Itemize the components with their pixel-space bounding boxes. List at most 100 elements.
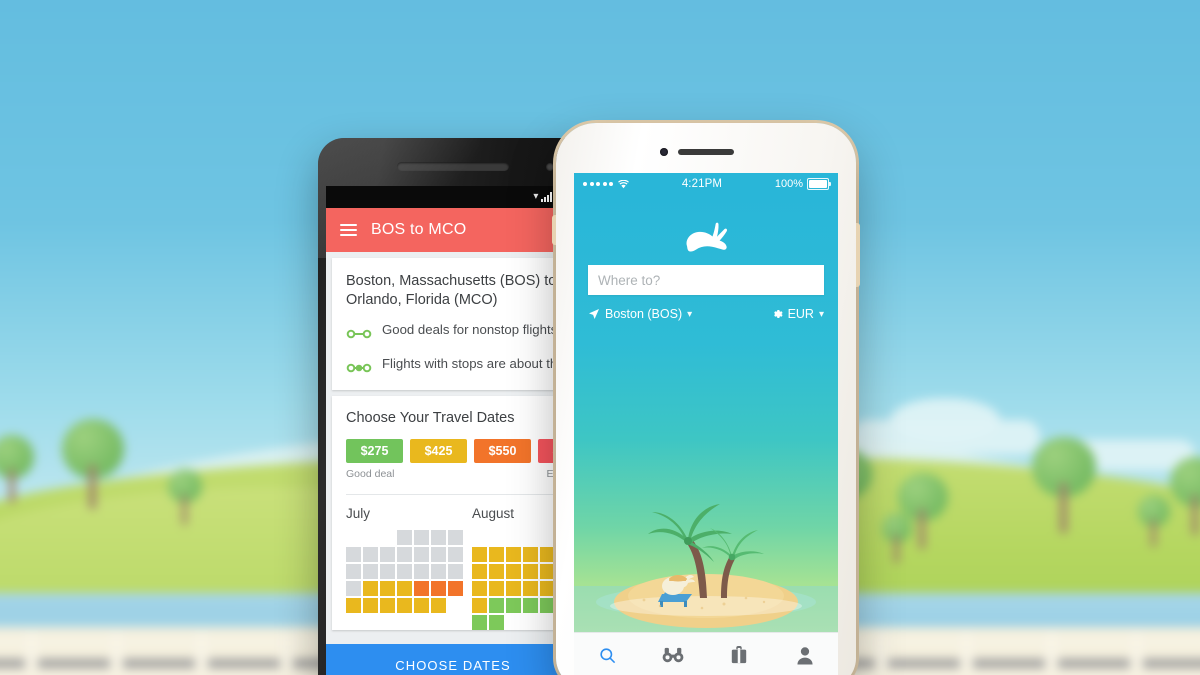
- tab-profile[interactable]: [772, 646, 838, 665]
- calendar-cell[interactable]: [523, 598, 538, 614]
- tree: [0, 435, 34, 505]
- iphone-screen: 4:21PM 100% Where to? Boston (BOS) ▾ EUR…: [574, 173, 838, 675]
- tab-trips[interactable]: [706, 645, 772, 665]
- calendar-month[interactable]: July: [346, 506, 464, 630]
- cloud: [890, 398, 1000, 442]
- calendar-cell[interactable]: [472, 547, 487, 563]
- calendar-cell[interactable]: [472, 615, 487, 631]
- tip-row: Good deals for nonstop flights s$275 rou…: [346, 321, 580, 344]
- iphone-home-hero: Where to? Boston (BOS) ▾ EUR ▾: [574, 195, 838, 632]
- calendar-cell[interactable]: [380, 547, 395, 563]
- calendar-cell[interactable]: [489, 564, 504, 580]
- origin-selector[interactable]: Boston (BOS) ▾: [588, 307, 692, 321]
- calendar-cell[interactable]: [414, 530, 429, 546]
- chevron-down-icon: ▾: [687, 308, 693, 320]
- fence-post: [110, 633, 123, 671]
- calendar-cell[interactable]: [540, 581, 555, 597]
- calendar-cell-empty: [540, 530, 555, 545]
- calendar-cell[interactable]: [506, 581, 521, 597]
- calendar-cell[interactable]: [346, 564, 361, 580]
- calendar-cell[interactable]: [431, 564, 446, 580]
- calendar-cell-empty: [380, 615, 395, 630]
- calendar-cell[interactable]: [346, 547, 361, 563]
- calendar-cell[interactable]: [346, 581, 361, 597]
- hamburger-menu-icon[interactable]: [340, 224, 357, 236]
- calendar-cell[interactable]: [489, 615, 504, 631]
- calendar-cell[interactable]: [472, 581, 487, 597]
- calendar-cell[interactable]: [489, 547, 504, 563]
- calendar-cell-empty: [489, 530, 504, 545]
- calendar-cell[interactable]: [380, 581, 395, 597]
- android-status-bar: ▾ 3: [326, 186, 580, 208]
- calendar-cell[interactable]: [472, 564, 487, 580]
- calendar-cell[interactable]: [506, 564, 521, 580]
- origin-currency-row: Boston (BOS) ▾ EUR ▾: [588, 307, 824, 321]
- calendar-cell[interactable]: [397, 581, 412, 597]
- calendar-cell[interactable]: [363, 598, 378, 614]
- calendar-cell[interactable]: [414, 547, 429, 563]
- fence-post: [1130, 633, 1143, 671]
- choose-dates-button[interactable]: CHOOSE DATES: [326, 644, 580, 675]
- calendar-cell[interactable]: [431, 598, 446, 614]
- calendar-cell[interactable]: [448, 547, 463, 563]
- calendar-cell[interactable]: [448, 581, 463, 597]
- calendar-cell[interactable]: [506, 598, 521, 614]
- calendar-cell[interactable]: [397, 564, 412, 580]
- calendar-cell[interactable]: [540, 547, 555, 563]
- dates-card-title: Choose Your Travel Dates: [346, 410, 515, 427]
- tip-text: Flights with stops are about the same pr…: [382, 356, 580, 372]
- battery-area: 100%: [775, 178, 831, 190]
- month-grid[interactable]: [346, 530, 464, 630]
- fence-post: [875, 633, 888, 671]
- calendar-cell[interactable]: [431, 547, 446, 563]
- travel-dates-card: Choose Your Travel Dates $275 $425 $550 …: [332, 396, 580, 631]
- calendar-cell[interactable]: [506, 547, 521, 563]
- calendar-cell[interactable]: [431, 581, 446, 597]
- wifi-icon: ▾: [533, 191, 539, 202]
- calendar-cell-empty: [472, 530, 487, 545]
- power-button[interactable]: [856, 223, 860, 287]
- earpiece-speaker: [678, 149, 734, 155]
- calendar-cell[interactable]: [489, 598, 504, 614]
- calendar-cell[interactable]: [346, 598, 361, 614]
- calendar-cell[interactable]: [431, 530, 446, 546]
- calendar-cell[interactable]: [523, 564, 538, 580]
- calendar-cell[interactable]: [472, 598, 487, 614]
- calendar-cell-empty: [363, 615, 378, 630]
- calendar-cell[interactable]: [414, 598, 429, 614]
- calendar-cell-empty: [397, 615, 412, 630]
- calendar-cell[interactable]: [540, 598, 555, 614]
- front-camera: [546, 163, 554, 171]
- calendar-cell[interactable]: [414, 581, 429, 597]
- signal-dots-icon: [583, 182, 613, 186]
- search-placeholder: Where to?: [598, 272, 661, 288]
- calendar-cell[interactable]: [397, 530, 412, 546]
- calendar-cell[interactable]: [523, 547, 538, 563]
- calendar-cell-empty: [431, 615, 446, 630]
- one-stop-route-icon: [346, 360, 372, 378]
- tab-search[interactable]: [574, 646, 640, 665]
- calendar-cell[interactable]: [380, 564, 395, 580]
- calendar-cell-empty: [523, 615, 538, 630]
- calendar-cell-empty: [523, 530, 538, 545]
- tree: [62, 419, 124, 509]
- search-input[interactable]: Where to?: [588, 265, 824, 295]
- calendar-cell[interactable]: [448, 564, 463, 580]
- calendar-cell[interactable]: [540, 564, 555, 580]
- currency-selector[interactable]: EUR ▾: [771, 307, 824, 321]
- calendar-cell[interactable]: [414, 564, 429, 580]
- calendar-cell[interactable]: [397, 598, 412, 614]
- calendar-cell[interactable]: [397, 547, 412, 563]
- volume-button[interactable]: [552, 215, 556, 245]
- tab-watch[interactable]: [640, 646, 706, 664]
- calendar-cell[interactable]: [448, 530, 463, 546]
- calendar-cell[interactable]: [380, 598, 395, 614]
- calendar-cell[interactable]: [363, 564, 378, 580]
- price-chip: $550: [474, 439, 531, 464]
- fence-post: [960, 633, 973, 671]
- calendar-cell[interactable]: [523, 581, 538, 597]
- calendar-cell[interactable]: [489, 581, 504, 597]
- tip-row: Flights with stops are about the same pr…: [346, 355, 580, 378]
- calendar-cell[interactable]: [363, 581, 378, 597]
- calendar-cell[interactable]: [363, 547, 378, 563]
